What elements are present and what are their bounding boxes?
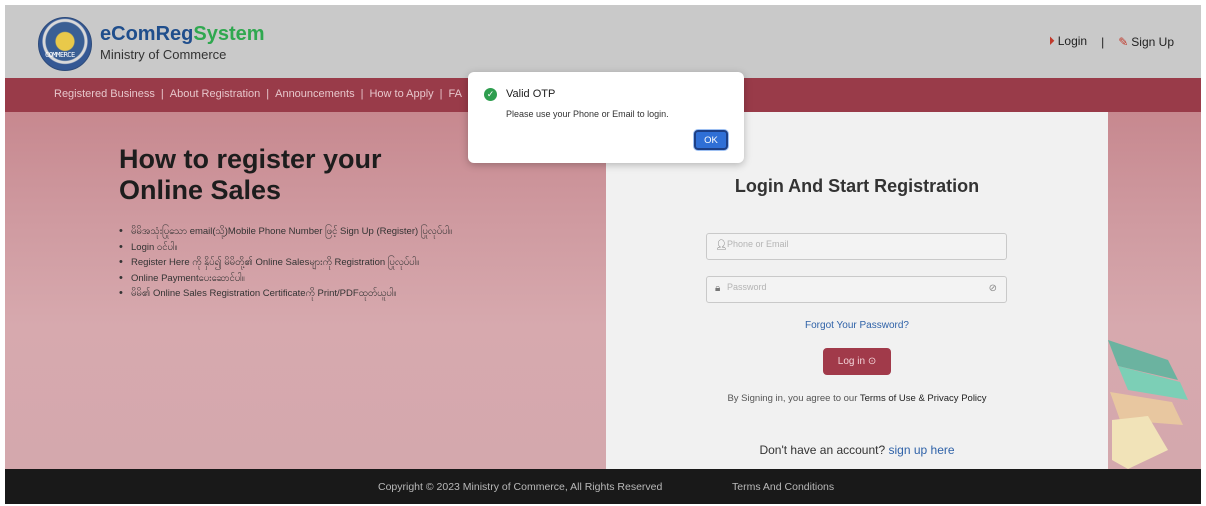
copyright-text: Copyright © 2023 Ministry of Commerce, A…	[378, 481, 663, 493]
edit-icon: ✎	[1118, 34, 1129, 49]
decorative-cards-illustration	[1108, 340, 1188, 469]
header-separator: |	[1101, 34, 1105, 49]
login-button[interactable]: Log in ⊙	[823, 348, 891, 375]
step-item: မိမိ၏ Online Sales Registration Certific…	[117, 286, 452, 302]
phone-email-field[interactable]: 👤︎	[706, 233, 1007, 260]
arrow-circle-icon: ⊙	[867, 356, 877, 367]
nav-separator: |	[439, 88, 443, 100]
header-actions: ⏵ Login | ✎ Sign Up	[1049, 34, 1174, 49]
nav-separator: |	[160, 88, 164, 100]
brand[interactable]: eComRegSystem Ministry of Commerce	[100, 23, 265, 62]
step-item: Login ဝင်ပါ။	[117, 240, 452, 256]
nav-item-faq[interactable]: FA	[449, 88, 462, 100]
signup-prompt: Don't have an account? sign up here	[606, 443, 1108, 457]
terms-conditions-link[interactable]: Terms And Conditions	[732, 481, 834, 493]
password-field[interactable]: 🔒︎ ⊘	[706, 276, 1007, 303]
logo-text: COMMERCE	[45, 51, 75, 59]
brand-name: eComRegSystem	[100, 23, 265, 46]
otp-alert-dialog: ✓ Valid OTP Please use your Phone or Ema…	[468, 72, 744, 163]
brand-subtitle: Ministry of Commerce	[100, 47, 227, 62]
signup-prefix: Don't have an account?	[759, 443, 886, 457]
terms-text: By Signing in, you agree to our Terms of…	[606, 393, 1108, 404]
login-card: Login And Start Registration 👤︎ 🔒︎ ⊘ For…	[606, 112, 1108, 469]
success-check-icon: ✓	[484, 88, 497, 101]
hero-section: How to register your Online Sales မိမိအသ…	[5, 112, 1201, 469]
nav-item-announcements[interactable]: Announcements	[275, 88, 355, 100]
nav-separator: |	[360, 88, 364, 100]
signup-here-link[interactable]: sign up here	[889, 443, 955, 457]
password-input[interactable]	[727, 282, 977, 292]
forgot-password-link[interactable]: Forgot Your Password?	[606, 320, 1108, 331]
dialog-message: Please use your Phone or Email to login.	[506, 109, 669, 119]
eye-slash-icon[interactable]: ⊘	[989, 283, 997, 294]
hero-heading: How to register your Online Sales	[119, 144, 382, 205]
step-item: Online Paymentပေးဆောင်ပါ။	[117, 271, 452, 287]
login-icon: ⏵	[1048, 34, 1055, 48]
signup-link[interactable]: ✎ Sign Up	[1118, 35, 1174, 49]
login-title: Login And Start Registration	[734, 176, 980, 196]
dialog-title: Valid OTP	[506, 88, 556, 100]
login-button-label: Log in	[837, 356, 866, 367]
registration-steps: မိမိအသုံးပြုသော email(သို့)Mobile Phone …	[117, 224, 452, 302]
footer: Copyright © 2023 Ministry of Commerce, A…	[5, 469, 1201, 504]
nav-separator: |	[266, 88, 270, 100]
step-item: Register Here ကို နှိပ်၍ မိမိတို့၏ Onlin…	[117, 255, 452, 271]
ok-button[interactable]: OK	[694, 130, 728, 150]
user-icon: 👤︎	[715, 240, 728, 251]
ministry-seal-logo[interactable]: COMMERCE	[38, 17, 92, 71]
nav-item-about-registration[interactable]: About Registration	[170, 88, 261, 100]
brand-prefix: eComReg	[100, 23, 194, 45]
lock-icon: 🔒︎	[715, 283, 721, 294]
header: COMMERCE eComRegSystem Ministry of Comme…	[5, 5, 1201, 78]
login-link[interactable]: ⏵ Login	[1049, 34, 1087, 49]
nav-item-registered-business[interactable]: Registered Business	[54, 88, 155, 100]
login-link-label: Login	[1057, 34, 1088, 48]
nav-item-how-to-apply[interactable]: How to Apply	[369, 88, 433, 100]
signup-link-label: Sign Up	[1131, 34, 1174, 49]
terms-link[interactable]: Terms of Use & Privacy Policy	[860, 393, 987, 404]
phone-email-input[interactable]	[727, 239, 977, 249]
brand-suffix: System	[193, 23, 265, 45]
terms-prefix: By Signing in, you agree to our	[727, 393, 858, 404]
step-item: မိမိအသုံးပြုသော email(သို့)Mobile Phone …	[117, 224, 452, 240]
